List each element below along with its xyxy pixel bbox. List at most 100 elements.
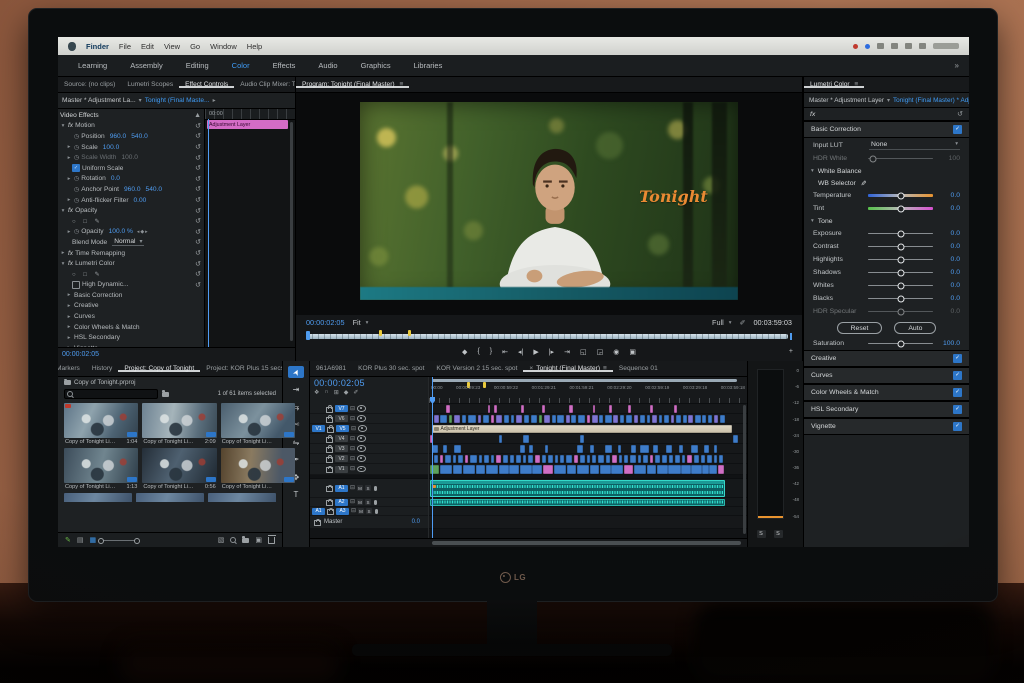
timeline-clip[interactable] — [462, 414, 467, 423]
timeline-clip[interactable] — [504, 414, 509, 423]
section-enabled-checkbox[interactable]: ✓ — [953, 125, 962, 134]
stopwatch-icon[interactable]: ◷ — [74, 154, 79, 161]
mute-button[interactable]: M — [357, 499, 364, 505]
record-status-icon[interactable] — [853, 43, 858, 49]
timeline-clip[interactable] — [633, 414, 638, 423]
sequence-settings-icon[interactable]: ❖ — [314, 389, 319, 396]
effect-row-anti-flicker-filter[interactable]: ▸ ◷ Anti-flicker Filter 0.00 ↺ — [58, 195, 204, 206]
solo-button[interactable]: S — [365, 485, 372, 491]
solo-button[interactable]: S — [365, 499, 372, 505]
timeline-clip[interactable] — [653, 444, 658, 453]
timeline-clip[interactable] — [682, 454, 686, 463]
panel-menu-icon[interactable]: ≡ — [603, 365, 607, 372]
timeline-clip[interactable] — [566, 464, 577, 474]
slider-knob[interactable] — [897, 243, 904, 250]
timeline-vertical-scrollbar[interactable] — [743, 405, 746, 534]
sequence-marker[interactable] — [408, 330, 412, 336]
type-tool[interactable]: T — [288, 489, 304, 501]
slider-knob[interactable] — [897, 205, 904, 212]
slider-contrast[interactable] — [868, 243, 933, 250]
timeline-clip[interactable] — [634, 464, 647, 474]
timeline-horizontal-scrollbar[interactable] — [432, 541, 741, 545]
new-item-icon[interactable]: ▣ — [255, 536, 262, 544]
track-badge-v6[interactable]: V6 — [335, 415, 348, 422]
reset-param-icon[interactable]: ↺ — [195, 238, 202, 246]
timeline-clip[interactable] — [579, 454, 585, 463]
twirl-icon[interactable]: ▸ — [66, 155, 72, 161]
effect-row-basic-correction[interactable]: ▸ Basic Correction — [58, 290, 204, 301]
checkbox-high-dynamic[interactable] — [72, 280, 80, 289]
clip-thumbnail-partial[interactable] — [208, 493, 276, 502]
menu-item-help[interactable]: Help — [247, 42, 262, 51]
timeline-clip[interactable] — [668, 464, 681, 474]
lock-icon[interactable] — [326, 405, 333, 413]
timeline-clip[interactable] — [630, 444, 636, 453]
timeline-clip[interactable] — [637, 454, 642, 463]
param-value[interactable]: 100.0 — [121, 154, 138, 161]
section-enabled-checkbox[interactable]: ✓ — [953, 405, 962, 414]
lock-icon[interactable] — [326, 498, 333, 506]
timeline-clip[interactable] — [484, 454, 490, 463]
timeline-clip[interactable] — [643, 454, 649, 463]
effect-row-hsl-secondary[interactable]: ▸ HSL Secondary — [58, 332, 204, 343]
tab-tonight-final-master[interactable]: × Tonight (Final Master) ≡ — [523, 365, 612, 372]
sync-lock-icon[interactable]: ⊟ — [351, 508, 356, 514]
slider-knob[interactable] — [897, 192, 904, 199]
timeline-clip[interactable] — [494, 404, 497, 413]
spotlight-icon[interactable] — [919, 43, 926, 49]
twirl-icon[interactable]: ▸ — [66, 324, 72, 330]
timeline-timecode[interactable]: 00:00:02:05 — [314, 378, 424, 388]
effect-row-uniform-scale[interactable]: ✓ Uniform Scale ↺ — [58, 163, 204, 174]
timeline-clip[interactable] — [599, 464, 611, 474]
section-vignette[interactable]: Vignette ✓ — [804, 418, 969, 435]
timeline-clip[interactable] — [483, 414, 489, 423]
stopwatch-icon[interactable]: ◷ — [74, 133, 79, 140]
slider-value[interactable]: 0.0 — [938, 269, 960, 276]
effect-row-opacity[interactable]: ▾ fx Opacity ↺ — [58, 205, 204, 216]
timeline-clip[interactable] — [687, 454, 692, 463]
hdr-white-slider[interactable] — [868, 155, 933, 162]
timeline-clip[interactable] — [681, 464, 691, 474]
section-enabled-checkbox[interactable]: ✓ — [953, 388, 962, 397]
effect-controls-timecode[interactable]: 00:00:02:05 — [62, 351, 99, 358]
timeline-clip[interactable] — [528, 454, 533, 463]
timeline-clip[interactable] — [669, 454, 674, 463]
export-frame-icon[interactable]: ◉ — [613, 348, 619, 356]
timeline-clip[interactable] — [591, 414, 598, 423]
timeline-clip[interactable] — [647, 414, 651, 423]
timeline-clip[interactable] — [498, 464, 509, 474]
lumetri-sequence-label[interactable]: Tonight (Final Master) * Adjustm... — [893, 97, 969, 104]
settings-wrench-icon[interactable]: ✐ — [740, 319, 746, 327]
track-v4[interactable] — [429, 434, 747, 444]
track-a2[interactable] — [429, 498, 747, 507]
tab-audio-clip-mixer-t[interactable]: Audio Clip Mixer: T — [234, 81, 295, 88]
timeline-clip[interactable] — [706, 454, 712, 463]
timeline-clip[interactable] — [605, 444, 612, 453]
timeline-clip[interactable] — [568, 404, 573, 413]
param-value[interactable]: 0.00 — [134, 197, 147, 204]
workspace-tab-libraries[interactable]: Libraries — [404, 59, 453, 72]
timeline-clip[interactable] — [498, 434, 502, 443]
timeline-clip[interactable] — [557, 414, 565, 423]
timeline-clip[interactable] — [530, 414, 538, 423]
tint-value[interactable]: 0.0 — [938, 205, 960, 212]
timeline-clip[interactable] — [678, 444, 684, 453]
track-header-v3[interactable]: V3 ⊟ — [310, 444, 428, 454]
tab-history[interactable]: History — [86, 365, 119, 372]
tab-sequence-01[interactable]: Sequence 01 — [613, 365, 664, 372]
timeline-clip[interactable] — [453, 414, 461, 423]
master-track-header[interactable]: Master 0.0 — [310, 516, 428, 528]
param-value[interactable]: 100.0 % — [109, 228, 133, 235]
panel-menu-icon[interactable]: ≡ — [854, 81, 858, 88]
lock-icon[interactable] — [326, 415, 333, 423]
timeline-clip[interactable] — [702, 414, 706, 423]
voiceover-record-icon[interactable] — [375, 508, 379, 514]
mini-timeline-playhead[interactable] — [208, 119, 209, 347]
param-value[interactable]: 540.0 — [146, 186, 163, 193]
effect-row-position[interactable]: ◷ Position 960.0 540.0 ↺ — [58, 131, 204, 142]
stopwatch-icon[interactable]: ◷ — [74, 228, 79, 235]
track-header-v7[interactable]: V7 ⊟ — [310, 404, 428, 414]
auto-button[interactable]: Auto — [894, 322, 937, 334]
timeline-clip[interactable] — [439, 454, 443, 463]
reset-param-icon[interactable]: ↺ — [195, 132, 202, 140]
